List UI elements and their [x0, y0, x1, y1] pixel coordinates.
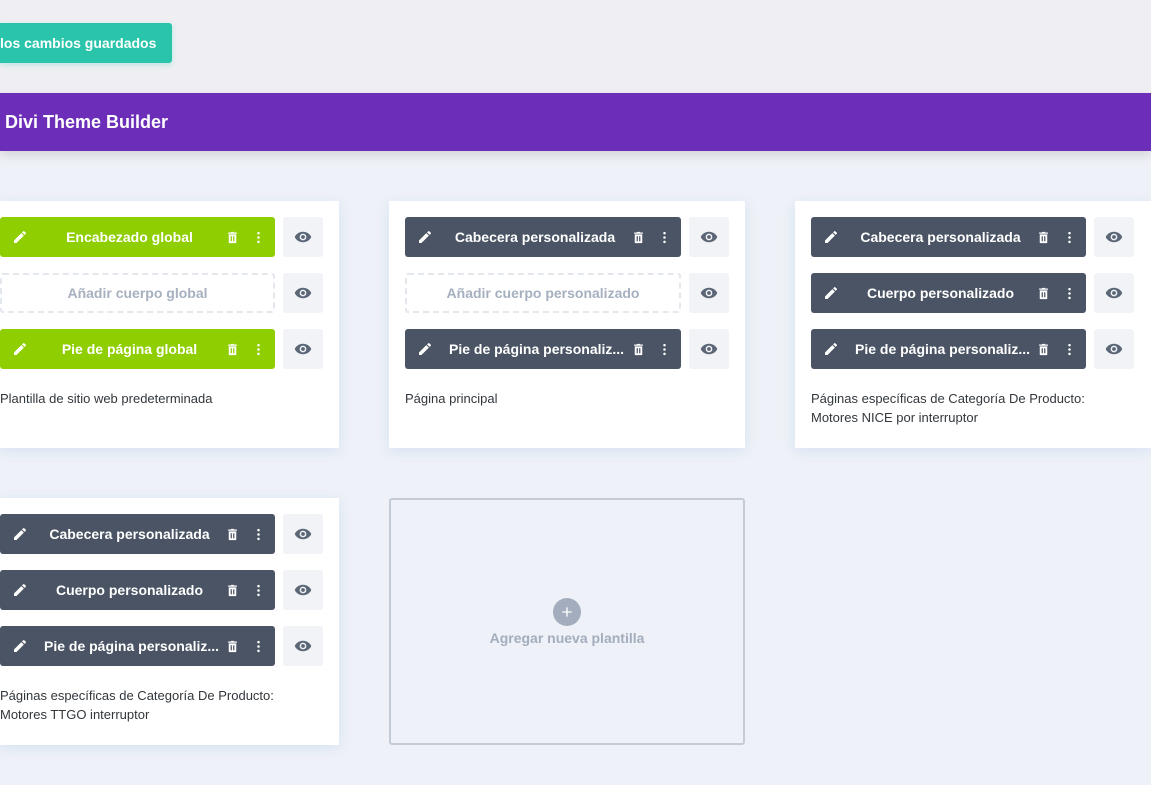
custom-footer-pill[interactable]: Pie de página personaliz... — [811, 329, 1086, 369]
pencil-icon[interactable] — [405, 329, 445, 369]
pencil-icon[interactable] — [811, 217, 851, 257]
eye-icon[interactable] — [283, 273, 323, 313]
template-footer-label: Pie de página personaliz... — [855, 341, 1030, 357]
trash-icon[interactable] — [219, 570, 245, 610]
add-new-template-card[interactable]: Agregar nueva plantilla — [389, 498, 745, 745]
trash-icon[interactable] — [219, 626, 245, 666]
template-footer-label: Pie de página personaliz... — [44, 638, 219, 654]
eye-icon[interactable] — [1094, 217, 1134, 257]
trash-icon[interactable] — [219, 217, 245, 257]
template-body-label: Cuerpo personalizado — [55, 582, 204, 598]
trash-icon[interactable] — [1030, 329, 1056, 369]
template-header-label: Cabecera personalizada — [49, 526, 210, 542]
custom-body-pill[interactable]: Cuerpo personalizado — [811, 273, 1086, 313]
eye-icon[interactable] — [283, 570, 323, 610]
caption-line: Motores NICE por interruptor — [811, 410, 978, 425]
template-caption: Páginas específicas de Categoría De Prod… — [811, 389, 1085, 427]
eye-icon[interactable] — [689, 217, 729, 257]
template-card-default: Encabezado global Añadir cuerpo global P… — [0, 201, 339, 448]
eye-icon[interactable] — [283, 217, 323, 257]
custom-header-pill[interactable]: Cabecera personalizada — [405, 217, 681, 257]
custom-footer-pill[interactable]: Pie de página personaliz... — [405, 329, 681, 369]
pencil-icon[interactable] — [811, 273, 851, 313]
caption-line: Páginas específicas de Categoría De Prod… — [0, 688, 274, 703]
plus-icon[interactable] — [553, 598, 581, 626]
custom-footer-pill[interactable]: Pie de página personaliz... — [0, 626, 275, 666]
template-header-label: Encabezado global — [66, 229, 193, 245]
template-card-nice: Cabecera personalizada Cuerpo personaliz… — [795, 201, 1151, 448]
custom-body-pill[interactable]: Cuerpo personalizado — [0, 570, 275, 610]
trash-icon[interactable] — [219, 514, 245, 554]
more-vertical-icon[interactable] — [245, 514, 271, 554]
eye-icon[interactable] — [283, 329, 323, 369]
add-global-body-slot[interactable]: Añadir cuerpo global — [0, 273, 275, 313]
trash-icon[interactable] — [1030, 273, 1056, 313]
add-custom-body-slot[interactable]: Añadir cuerpo personalizado — [405, 273, 681, 313]
template-header-label: Cabecera personalizada — [454, 229, 616, 245]
more-vertical-icon[interactable] — [651, 329, 677, 369]
top-strip — [0, 0, 1151, 93]
template-header-label: Cabecera personalizada — [860, 229, 1021, 245]
eye-icon[interactable] — [1094, 273, 1134, 313]
eye-icon[interactable] — [689, 273, 729, 313]
template-card-home: Cabecera personalizada Añadir cuerpo per… — [389, 201, 745, 448]
trash-icon[interactable] — [1030, 217, 1056, 257]
save-changes-button[interactable]: los cambios guardados — [0, 23, 172, 63]
eye-icon[interactable] — [283, 626, 323, 666]
custom-header-pill[interactable]: Cabecera personalizada — [0, 514, 275, 554]
add-body-label: Añadir cuerpo personalizado — [446, 285, 640, 301]
pencil-icon[interactable] — [0, 217, 40, 257]
template-footer-label: Pie de página global — [61, 341, 198, 357]
template-caption: Páginas específicas de Categoría De Prod… — [0, 686, 274, 724]
add-template-label: Agregar nueva plantilla — [489, 630, 645, 646]
template-caption: Página principal — [405, 391, 498, 406]
add-body-label: Añadir cuerpo global — [67, 285, 208, 301]
theme-builder-header: Divi Theme Builder — [0, 93, 1151, 151]
more-vertical-icon[interactable] — [245, 626, 271, 666]
global-footer-pill[interactable]: Pie de página global — [0, 329, 275, 369]
pencil-icon[interactable] — [0, 570, 40, 610]
more-vertical-icon[interactable] — [245, 570, 271, 610]
caption-line: Motores TTGO interruptor — [0, 707, 150, 722]
more-vertical-icon[interactable] — [1056, 329, 1082, 369]
pencil-icon[interactable] — [0, 329, 40, 369]
trash-icon[interactable] — [625, 329, 651, 369]
page-title: Divi Theme Builder — [5, 112, 169, 132]
more-vertical-icon[interactable] — [651, 217, 677, 257]
trash-icon[interactable] — [625, 217, 651, 257]
pencil-icon[interactable] — [811, 329, 851, 369]
template-footer-label: Pie de página personaliz... — [449, 341, 625, 357]
pencil-icon[interactable] — [405, 217, 445, 257]
global-header-pill[interactable]: Encabezado global — [0, 217, 275, 257]
more-vertical-icon[interactable] — [245, 329, 271, 369]
trash-icon[interactable] — [219, 329, 245, 369]
template-caption: Plantilla de sitio web predeterminada — [0, 391, 213, 406]
more-vertical-icon[interactable] — [1056, 273, 1082, 313]
pencil-icon[interactable] — [0, 626, 40, 666]
eye-icon[interactable] — [1094, 329, 1134, 369]
pencil-icon[interactable] — [0, 514, 40, 554]
more-vertical-icon[interactable] — [245, 217, 271, 257]
custom-header-pill[interactable]: Cabecera personalizada — [811, 217, 1086, 257]
eye-icon[interactable] — [283, 514, 323, 554]
template-card-ttgo: Cabecera personalizada Cuerpo personaliz… — [0, 498, 339, 745]
eye-icon[interactable] — [689, 329, 729, 369]
more-vertical-icon[interactable] — [1056, 217, 1082, 257]
caption-line: Páginas específicas de Categoría De Prod… — [811, 391, 1085, 406]
template-body-label: Cuerpo personalizado — [866, 285, 1015, 301]
